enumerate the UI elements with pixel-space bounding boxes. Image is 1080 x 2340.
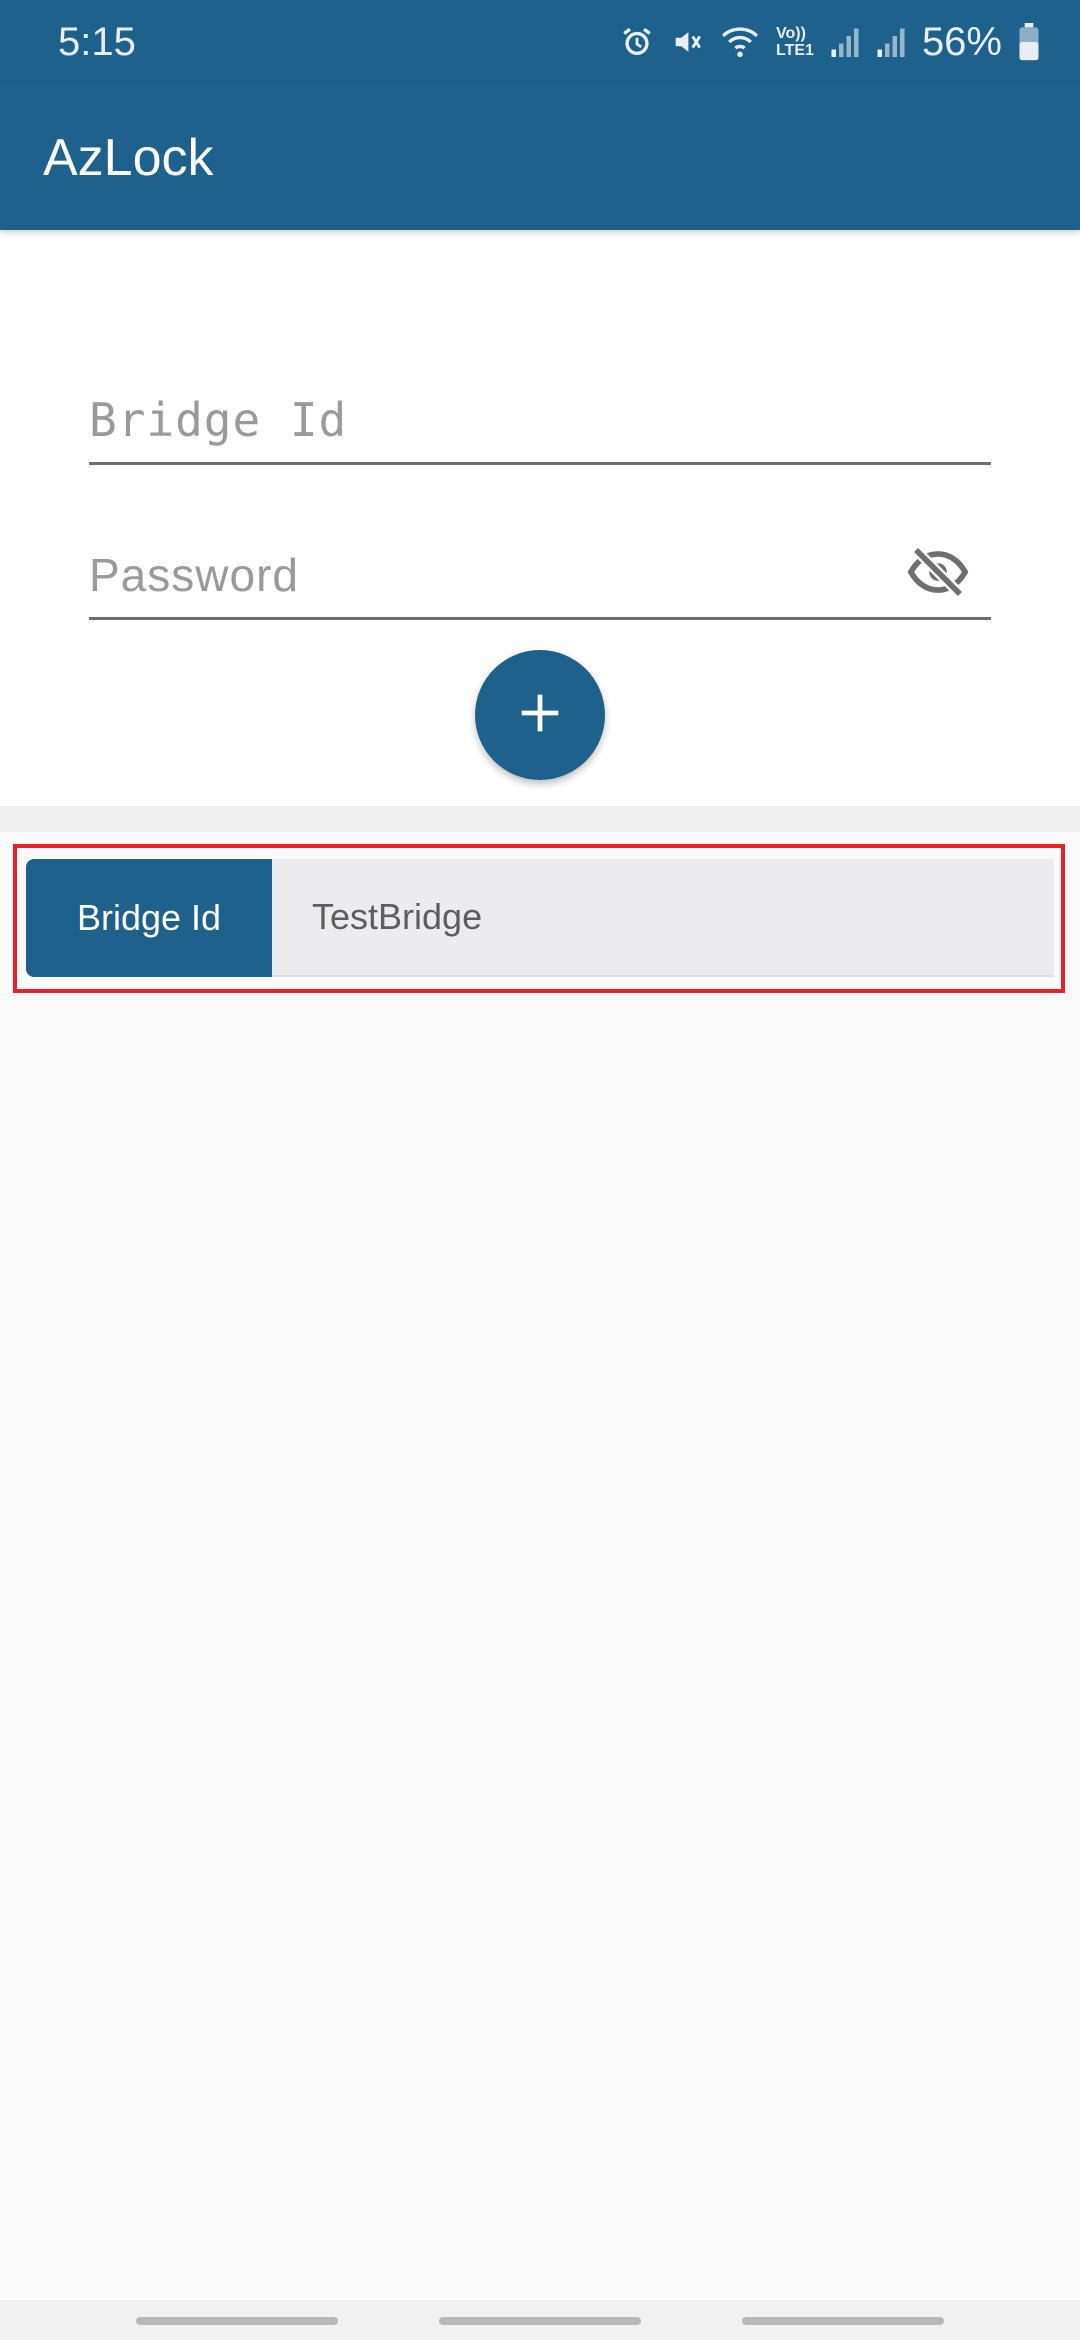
mute-icon bbox=[670, 25, 704, 59]
bridge-item-label: Bridge Id bbox=[26, 859, 272, 977]
status-time: 5:15 bbox=[58, 20, 136, 64]
visibility-off-icon[interactable] bbox=[907, 541, 969, 603]
battery-percentage: 56% bbox=[921, 20, 1002, 64]
bridge-list-item[interactable]: Bridge Id TestBridge bbox=[26, 859, 1054, 977]
signal-icon bbox=[876, 25, 906, 59]
status-bar: 5:15 Vo)) LTE1 56% bbox=[0, 0, 1080, 84]
status-icons: Vo)) LTE1 56% bbox=[620, 14, 1040, 70]
lte-label: LTE1 bbox=[776, 42, 814, 59]
app-bar: AzLock bbox=[0, 84, 1080, 230]
bridge-id-field bbox=[89, 355, 991, 465]
volte-lte-icon: Vo)) LTE1 bbox=[776, 25, 814, 59]
wifi-icon bbox=[720, 25, 760, 59]
nav-home-handle[interactable] bbox=[439, 2317, 641, 2325]
password-input[interactable] bbox=[89, 543, 909, 607]
signal-icon bbox=[830, 25, 860, 59]
password-field bbox=[89, 508, 991, 620]
bridge-item-value: TestBridge bbox=[272, 859, 1054, 977]
battery-icon bbox=[1018, 23, 1040, 61]
nav-back-handle[interactable] bbox=[742, 2317, 944, 2325]
alarm-icon bbox=[620, 25, 654, 59]
volte-label: Vo)) bbox=[776, 25, 806, 42]
add-bridge-button[interactable] bbox=[475, 650, 605, 780]
navigation-bar bbox=[0, 2300, 1080, 2340]
plus-icon bbox=[518, 691, 562, 740]
section-divider bbox=[0, 806, 1080, 832]
nav-recents-handle[interactable] bbox=[136, 2317, 338, 2325]
bridge-id-input[interactable] bbox=[89, 388, 909, 452]
app-title: AzLock bbox=[43, 129, 214, 187]
add-bridge-form bbox=[0, 230, 1080, 806]
bridge-list: Bridge Id TestBridge bbox=[0, 832, 1080, 2300]
